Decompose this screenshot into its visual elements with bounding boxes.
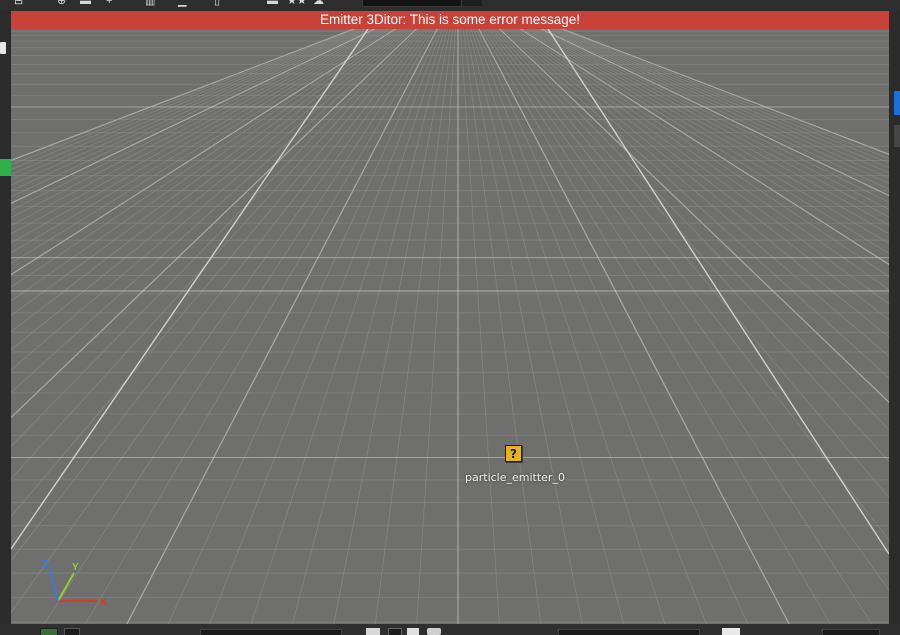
viewport-3d[interactable]: ? particle_emitter_0 X Y Z — [11, 29, 889, 624]
select-icon[interactable] — [40, 628, 58, 635]
particle-emitter-icon[interactable]: ? — [505, 445, 522, 462]
grid-line-depth — [498, 29, 889, 404]
left-rail — [0, 29, 11, 624]
bar-icon[interactable]: ▁ — [178, 0, 186, 7]
grid-line-depth — [462, 29, 542, 624]
grid-line-depth — [527, 29, 889, 235]
top-toolbar: ⊟ ⊕ ▬ + ▥ ▁ ▯ ▬ ★★ ☁ — [0, 0, 900, 11]
grid-line-depth — [512, 29, 889, 305]
grid-line-depth — [483, 29, 873, 624]
grid-line-depth — [126, 29, 438, 624]
y-axis-label: Y — [72, 562, 79, 573]
y-axis-line — [57, 572, 75, 602]
globe-icon[interactable]: ⊕ — [57, 0, 66, 7]
grid-line-depth — [486, 29, 889, 591]
toolbar-dropdown-arrow[interactable] — [462, 0, 482, 6]
sky-icon[interactable]: ☁ — [313, 0, 324, 7]
grid-line-depth — [553, 29, 889, 169]
right-rail — [889, 29, 900, 624]
document-icon[interactable]: ▯ — [214, 0, 220, 7]
refresh-icon[interactable] — [64, 628, 80, 635]
grid-line-depth — [525, 29, 889, 244]
grid-line-depth — [540, 29, 889, 197]
grid-line-depth — [556, 29, 889, 164]
grid-line-depth — [496, 29, 889, 431]
new-document-icon[interactable] — [0, 42, 6, 54]
star-icon[interactable]: ★★ — [287, 0, 307, 7]
right-panel-tab[interactable] — [894, 125, 900, 147]
grid-line-depth — [478, 29, 790, 624]
question-mark-icon: ? — [510, 446, 517, 461]
toolbar-dropdown[interactable] — [362, 0, 462, 7]
grid-line-depth — [530, 29, 889, 226]
grid-line-depth — [460, 29, 500, 624]
z-axis-line — [49, 567, 59, 602]
value-field[interactable] — [822, 629, 880, 635]
grid-line-depth — [465, 29, 583, 624]
dropdown-icon[interactable] — [388, 628, 402, 635]
add-icon[interactable]: + — [106, 0, 112, 7]
grid-line-depth — [209, 29, 443, 624]
grid-line-depth — [558, 29, 889, 159]
grid-line-depth — [537, 29, 889, 203]
frame-icon[interactable]: ▬ — [80, 0, 91, 7]
grid-line-depth — [493, 29, 889, 462]
active-indicator[interactable] — [0, 159, 11, 176]
grid-line-depth — [333, 29, 451, 624]
right-panel-tab-active[interactable] — [894, 91, 900, 115]
x-axis-label: X — [100, 597, 107, 608]
grid-line-depth — [509, 29, 889, 321]
shape-icon[interactable] — [427, 628, 441, 635]
grid-line-depth — [548, 29, 889, 179]
bold-icon[interactable] — [407, 628, 419, 635]
grid-line-depth — [468, 29, 624, 624]
grid-line-depth — [514, 29, 889, 291]
z-axis-label: Z — [42, 559, 48, 570]
grid-line-depth — [535, 29, 889, 210]
grid-line-depth — [504, 29, 889, 357]
emitter-shape-field[interactable] — [558, 629, 700, 635]
grid-line-depth — [292, 29, 448, 624]
emitter-name-field[interactable] — [200, 629, 342, 635]
grid-line-depth — [473, 29, 707, 624]
grid-line-depth — [543, 29, 889, 190]
grid-line-depth — [550, 29, 889, 174]
grid-icon[interactable]: ▥ — [145, 0, 155, 7]
grid-line-depth — [545, 29, 889, 184]
ground-grid — [11, 29, 889, 624]
grid-line-depth — [491, 29, 889, 499]
bottom-bar — [0, 624, 900, 635]
grid-line-depth — [560, 29, 889, 155]
grid-line-depth — [501, 29, 889, 379]
close-icon[interactable] — [722, 628, 740, 635]
window-icon[interactable]: ▬ — [267, 0, 278, 7]
error-banner: Emitter 3Ditor: This is some error messa… — [11, 11, 889, 29]
grid-line-depth — [416, 29, 456, 624]
grid-line-depth — [532, 29, 889, 218]
grid-line-depth — [522, 29, 889, 254]
grid-line-depth — [374, 29, 454, 624]
error-message: Emitter 3Ditor: This is some error messa… — [319, 12, 581, 27]
grid-line-depth — [517, 29, 889, 277]
grid-line-depth — [519, 29, 889, 266]
delete-icon[interactable] — [366, 628, 380, 635]
axis-gizmo: X Y Z — [42, 559, 107, 608]
grid-line-depth — [506, 29, 889, 338]
emitter-label: particle_emitter_0 — [465, 471, 565, 484]
layout-icon[interactable]: ⊟ — [14, 0, 23, 7]
grid-line-depth — [488, 29, 889, 541]
